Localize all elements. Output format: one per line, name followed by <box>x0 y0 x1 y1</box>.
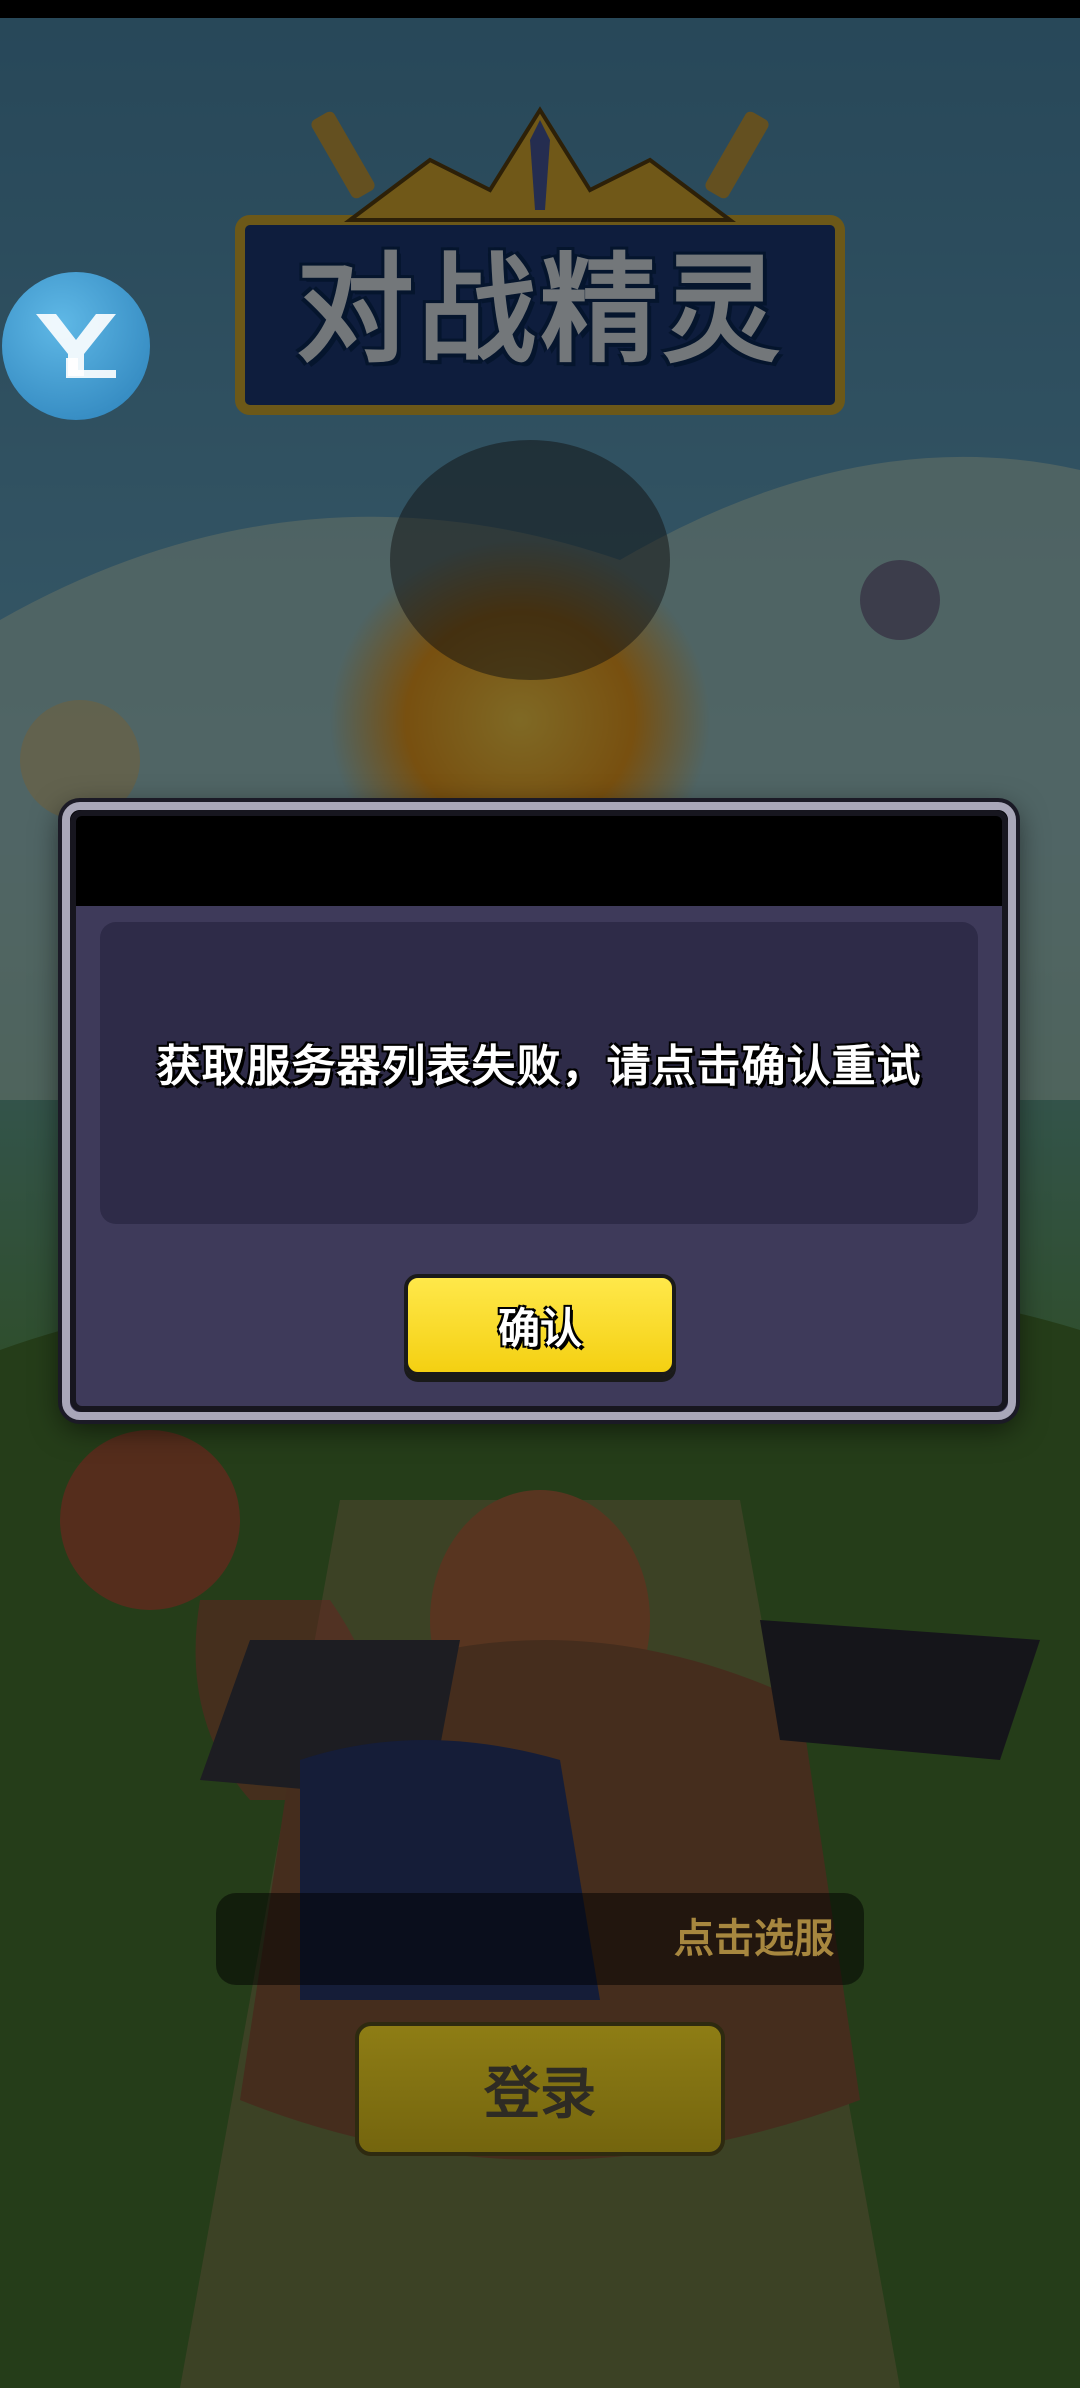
game-login-screen: 对战精灵 点击选服 登录 获取服务器列表失败，请点击确认重试 确认 <box>0 0 1080 2388</box>
dialog-message: 获取服务器列表失败，请点击确认重试 <box>156 1041 922 1092</box>
confirm-button-label: 确认 <box>497 1303 582 1353</box>
error-dialog: 获取服务器列表失败，请点击确认重试 确认 <box>62 802 1016 1420</box>
dialog-header <box>70 810 1008 906</box>
confirm-button[interactable]: 确认 <box>404 1274 676 1376</box>
error-dialog-layer: 获取服务器列表失败，请点击确认重试 确认 <box>0 0 1080 2388</box>
dialog-message-panel: 获取服务器列表失败，请点击确认重试 <box>100 922 978 1224</box>
